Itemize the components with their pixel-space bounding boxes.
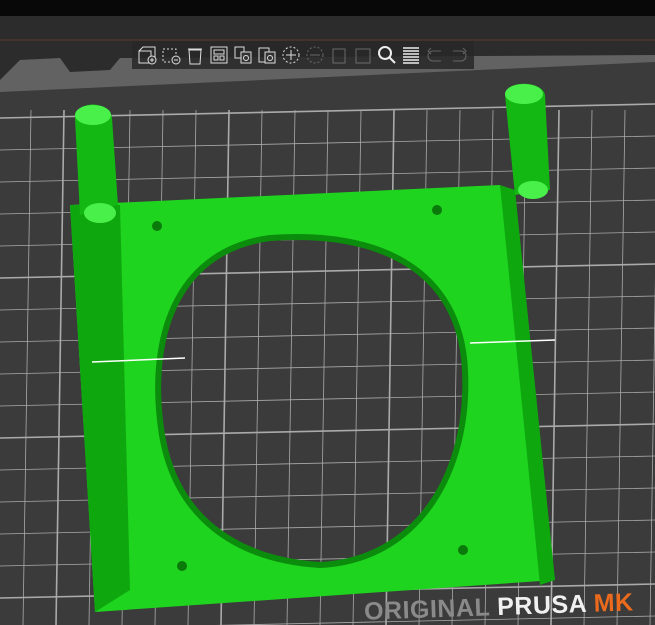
layers-editing-button[interactable] [400, 44, 422, 66]
add-instance-button[interactable] [280, 44, 302, 66]
brand-prusa: PRUSA [496, 589, 587, 622]
arrange-button[interactable] [208, 44, 230, 66]
top-bar [0, 0, 655, 16]
copy-button[interactable] [232, 44, 254, 66]
add-icon [138, 46, 157, 65]
arrange-icon [210, 46, 228, 64]
paste-icon [258, 47, 276, 64]
split-objects-icon [332, 48, 346, 64]
add-button[interactable] [136, 44, 158, 66]
redo-button[interactable] [448, 44, 470, 66]
delete-all-icon [188, 48, 202, 65]
3d-viewport[interactable]: ORIGINAL PRUSA MK [0, 0, 655, 625]
redo-icon [453, 47, 467, 62]
delete-all-button[interactable] [184, 44, 206, 66]
brand-original: ORIGINAL [363, 593, 491, 625]
3d-scene[interactable] [0, 0, 655, 625]
undo-button[interactable] [424, 44, 446, 66]
split-parts-button[interactable] [352, 44, 374, 66]
brand-model: MK [593, 588, 635, 618]
split-objects-button[interactable] [328, 44, 350, 66]
copy-icon [234, 46, 252, 64]
search-button[interactable] [376, 44, 398, 66]
add-instance-icon [282, 46, 300, 64]
remove-instance-button[interactable] [304, 44, 326, 66]
remove-instance-icon [306, 46, 324, 64]
split-parts-icon [355, 48, 371, 64]
search-icon [378, 46, 396, 64]
layers-editing-icon [403, 47, 419, 64]
delete-icon [162, 48, 181, 65]
paste-button[interactable] [256, 44, 278, 66]
undo-icon [427, 47, 441, 62]
top-toolbar [132, 41, 474, 69]
delete-button[interactable] [160, 44, 182, 66]
